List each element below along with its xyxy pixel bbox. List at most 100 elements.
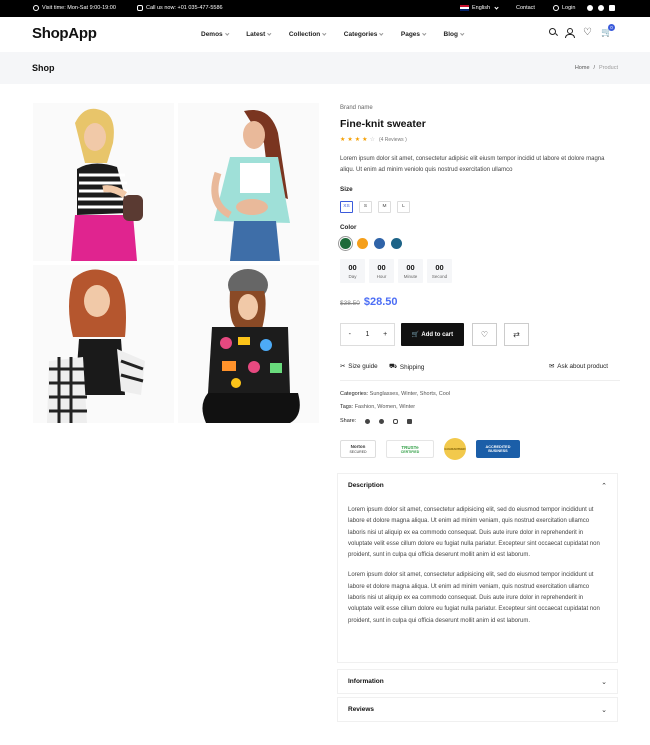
product-image-2[interactable]	[178, 103, 319, 261]
cart-icon[interactable]: 🛒 0	[601, 24, 615, 37]
color-swatch-teal[interactable]	[391, 238, 402, 249]
chevron-down-icon	[267, 31, 272, 36]
logo[interactable]: ShopApp	[32, 25, 97, 42]
chevron-down-icon	[422, 31, 427, 36]
facebook-icon[interactable]	[587, 5, 593, 11]
star-icon: ★	[347, 137, 353, 143]
contact-link[interactable]: Contact	[516, 5, 535, 11]
star-icon: ★	[362, 137, 368, 143]
compare-button[interactable]: ⇄	[504, 323, 529, 346]
product-rating: ★ ★ ★ ★ ☆ (4 Reviews )	[340, 136, 407, 144]
chevron-down-icon	[379, 31, 384, 36]
language-label: English	[472, 5, 491, 11]
compare-icon: ⇄	[513, 330, 520, 339]
login-link[interactable]: Login	[553, 5, 575, 11]
headset-icon	[137, 5, 143, 11]
shipping-link[interactable]: ⛟ Shipping	[389, 363, 424, 371]
facebook-icon[interactable]	[365, 418, 371, 424]
countdown-value: 00	[377, 263, 386, 272]
tags-values[interactable]: Fashion, Women, Winter	[355, 404, 415, 410]
instagram-icon[interactable]	[393, 418, 399, 424]
norton-badge: Norton SECURED	[340, 440, 376, 458]
chevron-down-icon	[494, 4, 499, 10]
uk-flag-icon	[460, 5, 469, 11]
information-tab-header[interactable]: Information ⌄	[338, 670, 617, 693]
size-option-l[interactable]: L	[397, 201, 410, 213]
reviews-tab-header[interactable]: Reviews ⌄	[338, 698, 617, 721]
countdown-value: 00	[406, 263, 415, 272]
top-bar: Visit time: Mon-Sat 9:00-19:00 Call us n…	[0, 0, 650, 17]
qty-decrease-button[interactable]: -	[341, 331, 359, 338]
model-mint-shirt-image	[178, 103, 319, 261]
call-us-text: Call us now: +01 035-477-5586	[146, 5, 223, 11]
description-tab-title: Description	[348, 482, 384, 489]
search-icon[interactable]	[549, 28, 556, 35]
product-image-1[interactable]	[33, 103, 174, 261]
wishlist-icon[interactable]: ♡	[583, 28, 592, 38]
breadcrumb-separator: /	[593, 65, 596, 71]
description-tab-header[interactable]: Description ⌃	[338, 474, 617, 497]
brand-name[interactable]: Brand name	[340, 105, 373, 111]
tags-label: Tags:	[340, 404, 354, 410]
color-swatch-green[interactable]	[338, 236, 353, 251]
description-panel: Description ⌃ Lorem ipsum dolor sit amet…	[337, 473, 618, 663]
qty-increase-button[interactable]: +	[376, 331, 394, 338]
contact-label: Contact	[516, 5, 535, 11]
nav-pages[interactable]: Pages	[401, 31, 427, 38]
truck-icon: ⛟	[389, 363, 397, 370]
nav-label: Latest	[246, 31, 266, 38]
add-to-wishlist-button[interactable]: ♡	[472, 323, 497, 346]
badge-name: GUARANTEED	[444, 447, 466, 451]
old-price: $38.50	[340, 300, 360, 307]
twitter-icon[interactable]	[598, 5, 604, 11]
color-label: Color	[340, 224, 357, 231]
envelope-icon: ✉	[549, 363, 555, 370]
nav-blog[interactable]: Blog	[444, 31, 465, 38]
header-actions: ♡ 🛒 0	[549, 24, 615, 38]
size-options: XS S M L	[340, 201, 410, 213]
page-title: Shop	[32, 63, 55, 73]
add-to-cart-button[interactable]: 🛒 Add to cart	[401, 323, 464, 346]
size-option-m[interactable]: M	[378, 201, 391, 213]
product-title: Fine-knit sweater	[340, 118, 426, 130]
breadcrumb-current: Product	[599, 65, 618, 71]
categories-values[interactable]: Sunglasses, Winter, Shorts, Cool	[370, 391, 450, 397]
information-panel: Information ⌄	[337, 669, 618, 694]
language-selector[interactable]: English	[460, 4, 499, 11]
nav-demos[interactable]: Demos	[201, 31, 229, 38]
breadcrumb-home[interactable]: Home	[575, 65, 590, 71]
main-nav: Demos Latest Collection Categories Pages…	[201, 31, 481, 38]
product-image-3[interactable]	[33, 265, 174, 423]
star-icon: ★	[340, 137, 346, 143]
information-tab-title: Information	[348, 678, 384, 685]
color-swatch-blue[interactable]	[374, 238, 385, 249]
guaranteed-badge: GUARANTEED	[444, 438, 466, 460]
account-icon[interactable]	[565, 28, 575, 38]
product-image-4[interactable]	[178, 265, 319, 423]
size-option-s[interactable]: S	[359, 201, 372, 213]
color-swatch-orange[interactable]	[357, 238, 368, 249]
truste-badge: TRUSTe CERTIFIED	[386, 440, 434, 458]
product-gallery	[33, 103, 319, 423]
ask-about-product-link[interactable]: ✉ Ask about product	[549, 363, 608, 370]
review-count[interactable]: (4 Reviews )	[379, 137, 407, 143]
twitter-icon[interactable]	[379, 418, 385, 424]
share-row: Share:	[340, 418, 413, 424]
social-links	[587, 5, 615, 11]
linkedin-icon[interactable]	[609, 5, 615, 11]
call-us: Call us now: +01 035-477-5586	[137, 5, 223, 11]
reviews-tab-title: Reviews	[348, 706, 375, 713]
qty-input[interactable]: 1	[359, 331, 377, 338]
bbb-badge: ACCREDITED BUSINESS	[476, 440, 520, 458]
countdown-unit: Hour	[376, 274, 387, 279]
chevron-down-icon	[460, 31, 465, 36]
chevron-down-icon	[322, 31, 327, 36]
nav-collection[interactable]: Collection	[289, 31, 327, 38]
model-patterned-jacket-image	[33, 265, 174, 423]
linkedin-icon[interactable]	[407, 418, 413, 424]
nav-categories[interactable]: Categories	[344, 31, 384, 38]
nav-latest[interactable]: Latest	[246, 31, 272, 38]
visit-time: Visit time: Mon-Sat 9:00-19:00	[33, 5, 116, 11]
size-option-xs[interactable]: XS	[340, 201, 353, 213]
size-guide-link[interactable]: ✂ Size guide	[340, 363, 378, 370]
